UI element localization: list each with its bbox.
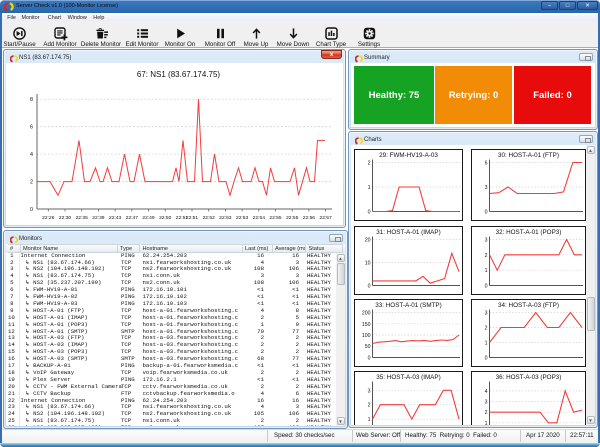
svg-text:22:26: 22:26 — [42, 215, 55, 221]
svg-text:6: 6 — [30, 125, 33, 131]
svg-text:8: 8 — [30, 97, 33, 103]
svg-text:3: 3 — [485, 238, 488, 244]
svg-text:6: 6 — [485, 161, 488, 167]
svg-text:22:49: 22:49 — [142, 215, 155, 221]
svg-text:3: 3 — [485, 185, 488, 191]
svg-text:2: 2 — [485, 253, 488, 259]
svg-text:22:54: 22:54 — [253, 215, 266, 221]
svg-text:10: 10 — [365, 261, 371, 267]
svg-text:0: 0 — [368, 210, 371, 216]
svg-text:0: 0 — [30, 207, 33, 213]
svg-text:22:52: 22:52 — [203, 215, 216, 221]
svg-text:0: 0 — [485, 356, 488, 362]
svg-text:200: 200 — [362, 311, 371, 317]
svg-text:22:43: 22:43 — [109, 215, 122, 221]
svg-text:22:56: 22:56 — [303, 215, 316, 221]
svg-text:22:47: 22:47 — [126, 215, 139, 221]
svg-text:150: 150 — [362, 322, 371, 328]
svg-text:2: 2 — [485, 326, 488, 332]
svg-text:0: 0 — [368, 284, 371, 290]
svg-text:1: 1 — [368, 417, 371, 423]
svg-text:1: 1 — [485, 268, 488, 274]
svg-text:0: 0 — [485, 210, 488, 216]
svg-text:22:51: 22:51 — [186, 215, 199, 221]
svg-text:22:53: 22:53 — [219, 215, 232, 221]
svg-text:100: 100 — [362, 333, 371, 339]
svg-text:4: 4 — [30, 152, 33, 158]
svg-text:20: 20 — [365, 238, 371, 244]
svg-text:3: 3 — [485, 311, 488, 317]
svg-text:22:35: 22:35 — [76, 215, 89, 221]
svg-text:22:30: 22:30 — [59, 215, 72, 221]
svg-text:2: 2 — [30, 180, 33, 186]
svg-text:2: 2 — [368, 161, 371, 167]
svg-text:1: 1 — [485, 341, 488, 347]
svg-text:3: 3 — [368, 388, 371, 394]
svg-text:4: 4 — [485, 389, 488, 395]
svg-text:22:55: 22:55 — [286, 215, 299, 221]
svg-text:0: 0 — [485, 284, 488, 290]
svg-text:22:55: 22:55 — [269, 215, 282, 221]
svg-text:2: 2 — [368, 403, 371, 409]
svg-text:50: 50 — [365, 344, 371, 350]
svg-text:1: 1 — [485, 421, 488, 425]
svg-text:1: 1 — [368, 185, 371, 191]
svg-text:22:57: 22:57 — [319, 215, 332, 221]
svg-text:2: 2 — [485, 410, 488, 416]
svg-text:3: 3 — [485, 400, 488, 406]
svg-text:22:50: 22:50 — [159, 215, 172, 221]
svg-text:0: 0 — [368, 356, 371, 362]
svg-text:22:39: 22:39 — [92, 215, 105, 221]
svg-text:22:53: 22:53 — [236, 215, 249, 221]
